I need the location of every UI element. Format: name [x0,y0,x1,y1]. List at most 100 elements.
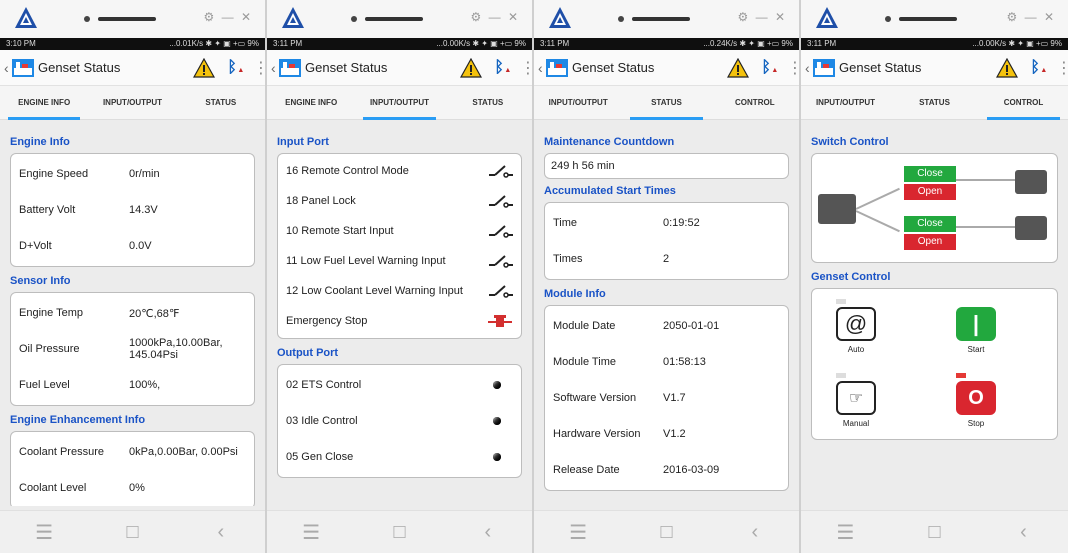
warning-icon[interactable] [996,57,1019,78]
home-square-icon[interactable]: □ [117,521,147,544]
section-title: Module Info [544,288,606,300]
bluetooth-icon[interactable]: ᛒ ▲ [227,59,244,77]
tab-input-output[interactable]: INPUT/OUTPUT [801,86,890,120]
window-titlebar: ⚙ — ✕ [801,0,1068,38]
info-label: Engine Speed [19,168,89,180]
back-chevron-icon[interactable]: ‹ [4,60,12,76]
auto-icon: @ [844,311,868,336]
info-value: 0r/min [129,168,160,180]
window-controls[interactable]: ⚙ — ✕ [204,10,253,24]
tab-bar: ENGINE INFO INPUT/OUTPUT STATUS [267,86,532,120]
warning-icon[interactable] [193,57,216,78]
status-bar: 3:11 PM ...0.00K/s ✱ ✦ ▣ +▭ 9% [267,38,532,50]
back-arrow-icon[interactable]: ‹ [1009,521,1039,544]
input-row: 11 Low Fuel Level Warning Input [286,246,513,276]
bluetooth-icon[interactable]: ᛒ ▲ [1030,59,1047,77]
info-row: Module Time 01:58:13 [553,344,780,380]
status-time: 3:10 PM [6,39,36,48]
menu-lines-icon[interactable]: ☰ [296,520,326,545]
back-chevron-icon[interactable]: ‹ [271,60,279,76]
info-label: D+Volt [19,240,52,252]
genset-app-icon [279,58,301,77]
input-label: 16 Remote Control Mode [286,165,409,177]
output-label: 03 Idle Control [286,415,358,427]
input-label: 11 Low Fuel Level Warning Input [286,255,446,267]
tab-engine-info[interactable]: ENGINE INFO [0,86,88,120]
warning-icon[interactable] [460,57,483,78]
start-label: Start [967,345,985,354]
info-row: Software Version V1.7 [553,380,780,416]
tab-input-output[interactable]: INPUT/OUTPUT [355,86,443,120]
info-label: Engine Temp [19,307,84,319]
speaker-bar [632,17,690,21]
info-value: 0kPa,0.00Bar, 0.00Psi [129,446,238,458]
tab-engine-info[interactable]: ENGINE INFO [267,86,355,120]
auto-indicator [836,299,846,304]
more-menu-icon[interactable]: ⋮ [1056,58,1068,78]
app-bar: ‹ Genset Status ᛒ▲ ⋮ [0,50,265,86]
genset-app-icon [813,58,835,77]
section-title: Output Port [277,347,339,359]
tab-input-output[interactable]: INPUT/OUTPUT [88,86,176,120]
mains-open-button[interactable]: Open [904,184,956,200]
info-label: Module Time [553,356,616,368]
stop-button[interactable]: O [956,381,996,415]
input-label: 10 Remote Start Input [286,225,394,237]
tab-status[interactable]: STATUS [444,86,532,120]
tab-status[interactable]: STATUS [177,86,265,120]
section-title: Maintenance Countdown [544,136,675,148]
info-row: Times 2 [553,241,780,277]
home-square-icon[interactable]: □ [384,521,414,544]
tab-input-output[interactable]: INPUT/OUTPUT [534,86,622,120]
back-arrow-icon[interactable]: ‹ [473,521,503,544]
more-menu-icon[interactable]: ⋮ [520,58,532,78]
back-chevron-icon[interactable]: ‹ [538,60,546,76]
manual-button[interactable]: ☞ [836,381,876,415]
camera-dot [84,16,90,22]
window-titlebar: ⚙ — ✕ [0,0,265,38]
gen-close-button[interactable]: Close [904,216,956,232]
tab-control[interactable]: CONTROL [711,86,799,120]
info-label: Module Date [553,320,616,332]
warning-icon[interactable] [727,57,750,78]
section-title: Sensor Info [10,275,71,287]
window-controls[interactable]: ⚙ — ✕ [738,10,787,24]
more-menu-icon[interactable]: ⋮ [253,58,265,78]
mains-close-button[interactable]: Close [904,166,956,182]
back-arrow-icon[interactable]: ‹ [206,521,236,544]
status-bar: 3:11 PM ...0.00K/s ✱ ✦ ▣ +▭ 9% [801,38,1068,50]
start-icon: | [972,311,980,336]
output-label: 05 Gen Close [286,451,354,463]
home-square-icon[interactable]: □ [920,521,950,544]
back-arrow-icon[interactable]: ‹ [740,521,770,544]
info-value: 0.0V [129,240,152,252]
gen-open-button[interactable]: Open [904,234,956,250]
speaker-bar [899,17,957,21]
menu-lines-icon[interactable]: ☰ [563,520,593,545]
info-row: Hardware Version V1.2 [553,416,780,452]
output-row: 05 Gen Close [286,439,513,475]
start-button[interactable]: | [956,307,996,341]
info-label: Coolant Pressure [19,446,104,458]
back-chevron-icon[interactable]: ‹ [805,60,813,76]
window-controls[interactable]: ⚙ — ✕ [1007,10,1056,24]
window-controls[interactable]: ⚙ — ✕ [471,10,520,24]
tab-bar: INPUT/OUTPUT STATUS CONTROL [534,86,799,120]
bluetooth-icon[interactable]: ᛒ ▲ [761,59,778,77]
input-label: 12 Low Coolant Level Warning Input [286,285,463,297]
info-row: Coolant Pressure 0kPa,0.00Bar, 0.00Psi [19,434,246,470]
info-value: 2050-01-01 [663,320,720,332]
menu-lines-icon[interactable]: ☰ [29,520,59,545]
auto-button[interactable]: @ [836,307,876,341]
tab-control[interactable]: CONTROL [979,86,1068,120]
bluetooth-icon[interactable]: ᛒ ▲ [494,59,511,77]
input-label: 18 Panel Lock [286,195,356,207]
window-titlebar: ⚙ — ✕ [534,0,799,38]
tab-status[interactable]: STATUS [622,86,710,120]
info-value: 2016-03-09 [663,464,720,476]
tab-status[interactable]: STATUS [890,86,979,120]
more-menu-icon[interactable]: ⋮ [787,58,799,78]
menu-lines-icon[interactable]: ☰ [831,520,861,545]
control-panel: Switch Control Close Open Close Open Gen… [801,120,1068,506]
home-square-icon[interactable]: □ [651,521,681,544]
